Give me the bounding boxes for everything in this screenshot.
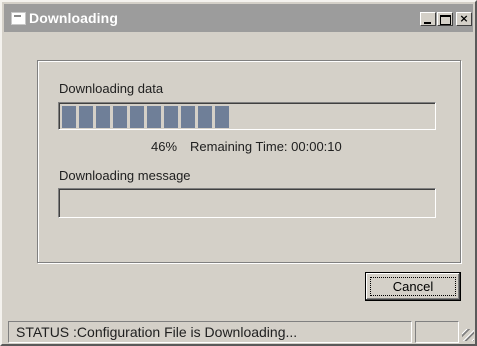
resize-grip-icon[interactable] <box>462 329 474 341</box>
downloading-message-field <box>58 188 436 218</box>
status-bar: STATUS :Configuration File is Downloadin… <box>4 319 477 346</box>
progress-segment <box>147 106 161 128</box>
progress-segment <box>130 106 144 128</box>
download-progress-bar <box>58 102 436 130</box>
status-text: STATUS :Configuration File is Downloadin… <box>8 321 412 343</box>
close-button[interactable]: × <box>456 12 472 26</box>
cancel-button[interactable]: Cancel <box>365 272 461 301</box>
close-icon: × <box>459 12 469 25</box>
progress-fill <box>62 106 232 128</box>
window-icon <box>11 12 26 25</box>
progress-segment <box>198 106 212 128</box>
progress-segment <box>181 106 195 128</box>
progress-segment <box>215 106 229 128</box>
progress-segment <box>113 106 127 128</box>
downloading-message-label: Downloading message <box>59 168 191 183</box>
progress-segment <box>96 106 110 128</box>
status-pane-secondary <box>415 321 459 343</box>
window-title: Downloading <box>29 10 118 26</box>
cancel-button-label: Cancel <box>392 279 434 294</box>
progress-segment <box>164 106 178 128</box>
maximize-button[interactable] <box>437 12 453 26</box>
title-bar[interactable]: Downloading × <box>4 4 473 32</box>
download-window: Downloading × Downloading data 46% Remai… <box>0 0 477 346</box>
downloading-data-label: Downloading data <box>59 81 164 96</box>
progress-segment <box>62 106 76 128</box>
minimize-button[interactable] <box>420 12 436 26</box>
remaining-time: Remaining Time: 00:00:10 <box>190 139 342 154</box>
progress-segment <box>79 106 93 128</box>
progress-percent: 46% <box>151 139 178 154</box>
